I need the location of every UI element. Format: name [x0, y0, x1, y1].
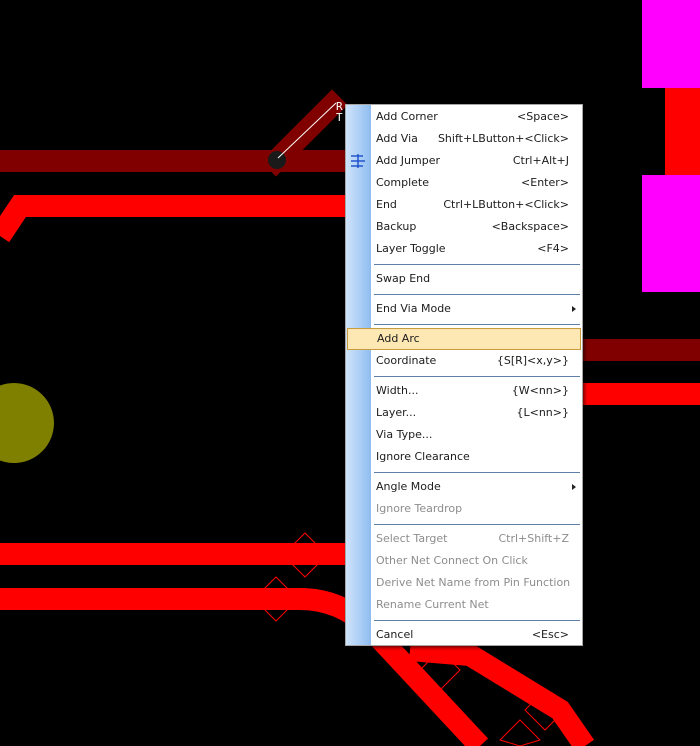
menu-item-label: Swap End	[376, 272, 431, 285]
pad-magenta-bottom[interactable]	[642, 175, 700, 292]
menu-item-layer-toggle[interactable]: Layer Toggle <F4>	[346, 238, 582, 260]
menu-separator	[346, 520, 582, 528]
menu-item-add-arc[interactable]: Add Arc	[347, 328, 581, 350]
menu-item-shortcut: {W<nn>}	[511, 384, 569, 397]
menu-item-label: Ignore Clearance	[376, 450, 470, 463]
menu-item-label: Rename Current Net	[376, 598, 489, 611]
menu-item-label: Layer...	[376, 406, 417, 419]
menu-item-via-type[interactable]: Via Type...	[346, 424, 582, 446]
menu-item-derive-net-name: Derive Net Name from Pin Function	[346, 572, 582, 594]
menu-item-shortcut: Shift+LButton+<Click>	[437, 132, 569, 145]
pad-red-right[interactable]	[665, 88, 700, 175]
menu-item-label: Angle Mode	[376, 480, 441, 493]
route-guide-line	[277, 102, 337, 159]
menu-item-select-target: Select Target Ctrl+Shift+Z	[346, 528, 582, 550]
menu-item-label: Coordinate	[376, 354, 437, 367]
menu-item-shortcut: <Backspace>	[491, 220, 569, 233]
menu-item-shortcut: <Enter>	[521, 176, 569, 189]
route-start-point	[268, 151, 286, 169]
menu-item-layer[interactable]: Layer... {L<nn>}	[346, 402, 582, 424]
menu-item-label: Width...	[376, 384, 419, 397]
menu-item-shortcut: Ctrl+Alt+J	[512, 154, 569, 167]
menu-item-shortcut: <Space>	[517, 110, 569, 123]
menu-item-end-via-mode[interactable]: End Via Mode	[346, 298, 582, 320]
route-hint-line2: T	[336, 111, 343, 124]
menu-separator	[346, 290, 582, 298]
menu-item-shortcut: Ctrl+LButton+<Click>	[443, 198, 569, 211]
menu-item-shortcut: <Esc>	[531, 628, 569, 641]
menu-separator	[346, 260, 582, 268]
menu-item-add-via[interactable]: Add Via Shift+LButton+<Click>	[346, 128, 582, 150]
menu-separator	[346, 372, 582, 380]
menu-item-add-jumper[interactable]: Add Jumper Ctrl+Alt+J	[346, 150, 582, 172]
menu-item-label: Other Net Connect On Click	[376, 554, 528, 567]
menu-item-label: Layer Toggle	[376, 242, 446, 255]
submenu-arrow-icon	[572, 484, 576, 490]
via-olive[interactable]	[0, 383, 54, 463]
menu-item-width[interactable]: Width... {W<nn>}	[346, 380, 582, 402]
menu-body: Add Corner <Space> Add Via Shift+LButton…	[346, 106, 582, 646]
menu-item-backup[interactable]: Backup <Backspace>	[346, 216, 582, 238]
menu-item-label: Complete	[376, 176, 430, 189]
pad-magenta-top[interactable]	[642, 0, 700, 88]
menu-item-label: Cancel	[376, 628, 414, 641]
menu-item-complete[interactable]: Complete <Enter>	[346, 172, 582, 194]
menu-separator	[346, 616, 582, 624]
menu-item-label: Select Target	[376, 532, 448, 545]
route-hint-text: R T	[336, 101, 343, 123]
menu-item-label: Backup	[376, 220, 417, 233]
menu-item-label: Ignore Teardrop	[376, 502, 463, 515]
trace-red-upper[interactable]	[0, 195, 350, 243]
menu-item-swap-end[interactable]: Swap End	[346, 268, 582, 290]
menu-item-cancel[interactable]: Cancel <Esc>	[346, 624, 582, 646]
menu-item-label: Add Via	[376, 132, 418, 145]
menu-item-label: Add Corner	[376, 110, 438, 123]
menu-item-ignore-teardrop: Ignore Teardrop	[346, 498, 582, 520]
menu-item-rename-current-net: Rename Current Net	[346, 594, 582, 616]
menu-separator	[346, 320, 582, 328]
menu-item-shortcut: {S[R]<x,y>}	[496, 354, 569, 367]
menu-item-label: End Via Mode	[376, 302, 451, 315]
menu-item-ignore-clearance[interactable]: Ignore Clearance	[346, 446, 582, 468]
menu-item-coordinate[interactable]: Coordinate {S[R]<x,y>}	[346, 350, 582, 372]
submenu-arrow-icon	[572, 306, 576, 312]
menu-item-label: End	[376, 198, 397, 211]
menu-item-angle-mode[interactable]: Angle Mode	[346, 476, 582, 498]
menu-item-label: Derive Net Name from Pin Function	[376, 576, 571, 589]
context-menu: Add Corner <Space> Add Via Shift+LButton…	[345, 104, 583, 646]
menu-item-add-corner[interactable]: Add Corner <Space>	[346, 106, 582, 128]
menu-item-label: Add Arc	[377, 332, 420, 345]
menu-item-end[interactable]: End Ctrl+LButton+<Click>	[346, 194, 582, 216]
menu-item-shortcut: {L<nn>}	[516, 406, 569, 419]
menu-separator	[346, 468, 582, 476]
menu-item-shortcut: <F4>	[537, 242, 569, 255]
diamond-marker-5	[499, 719, 541, 746]
jumper-icon	[351, 154, 365, 168]
menu-item-other-net-connect: Other Net Connect On Click	[346, 550, 582, 572]
menu-item-label: Via Type...	[376, 428, 433, 441]
menu-item-label: Add Jumper	[376, 154, 440, 167]
menu-item-shortcut: Ctrl+Shift+Z	[498, 532, 569, 545]
